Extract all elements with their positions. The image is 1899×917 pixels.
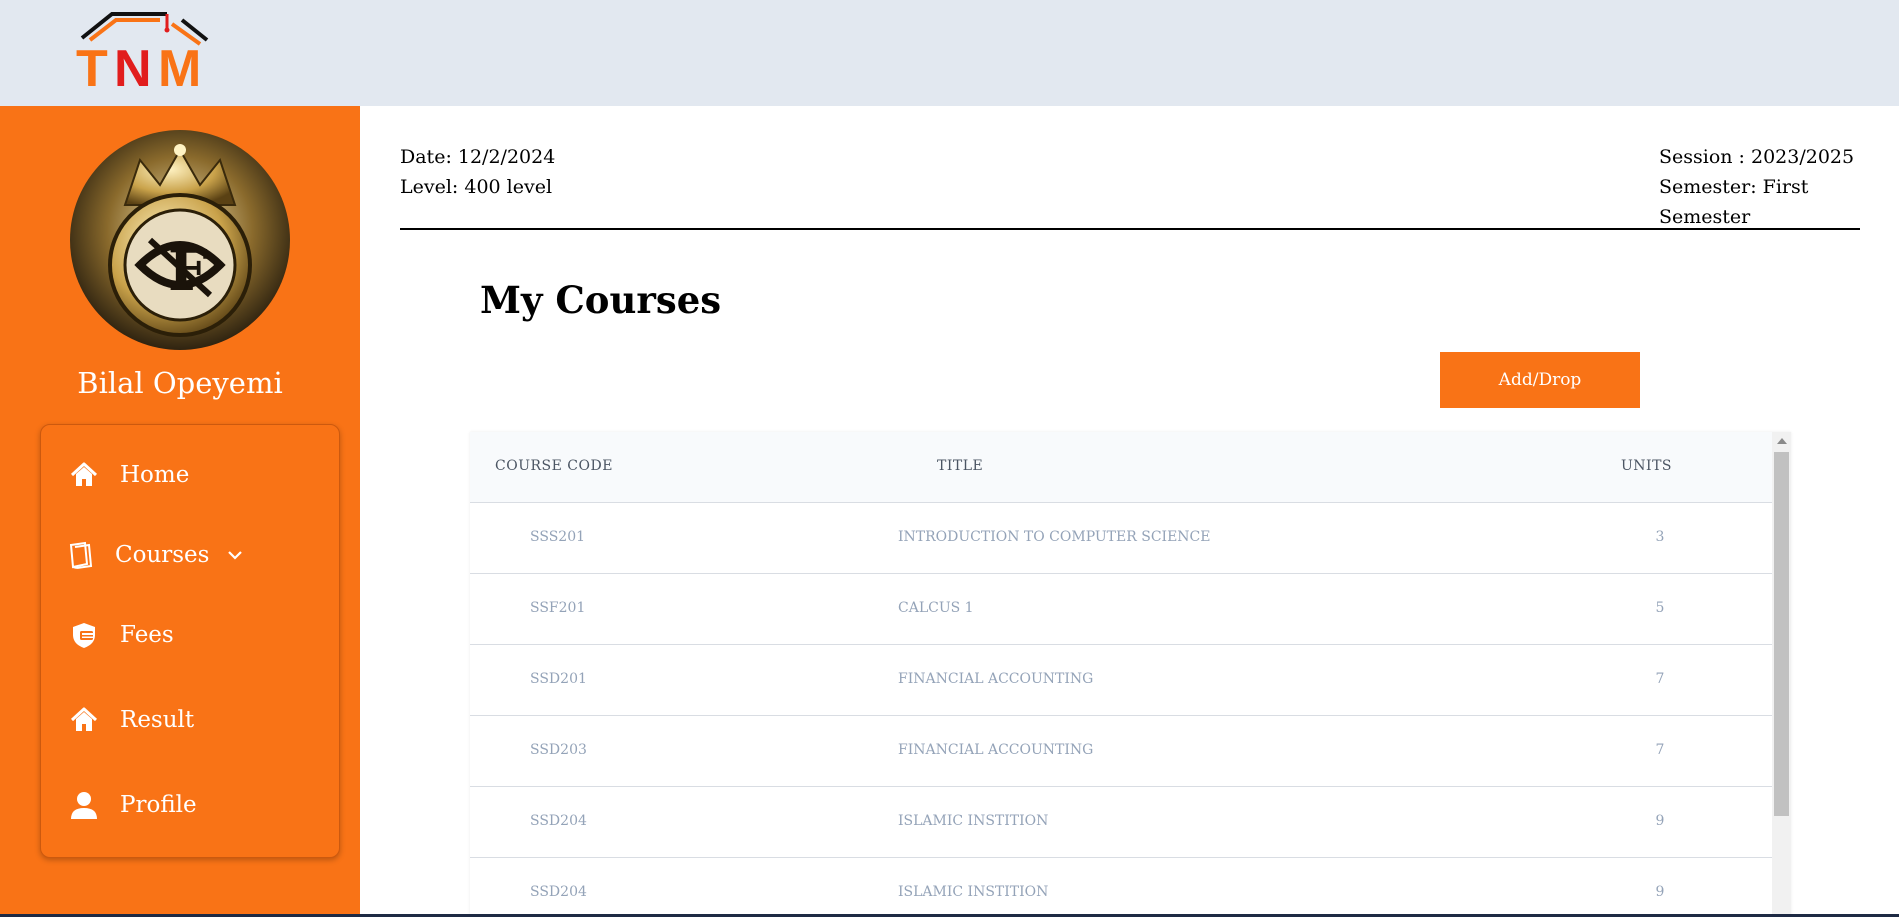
course-title-cell: INTRODUCTION TO COMPUTER SCIENCE — [898, 529, 1211, 545]
column-header-course-code: COURSE CODE — [495, 458, 613, 474]
user-icon — [71, 792, 97, 819]
sidebar-item-label: Profile — [120, 792, 197, 818]
course-code-cell: SSD204 — [530, 884, 587, 900]
sidebar-item-courses[interactable]: Courses — [41, 525, 339, 585]
home-icon — [70, 462, 98, 486]
course-units-cell: 5 — [1655, 600, 1665, 616]
sidebar-item-label: Home — [120, 462, 190, 488]
courses-table: COURSE CODE TITLE UNITS SSS201 INTRODUCT… — [470, 432, 1791, 917]
meta-left: Date: 12/2/2024 Level: 400 level — [400, 142, 555, 202]
course-code-cell: SSD204 — [530, 813, 587, 829]
tnm-logo[interactable]: T N M — [72, 6, 217, 90]
meta-right: Session : 2023/2025 Semester: First Seme… — [1659, 142, 1899, 232]
divider — [400, 228, 1860, 230]
column-header-units: UNITS — [1621, 458, 1673, 474]
fees-icon — [73, 623, 95, 648]
table-row[interactable]: SSD204 ISLAMIC INSTITION 9 — [470, 787, 1772, 858]
avatar[interactable]: F — [70, 130, 290, 350]
table-row[interactable]: SSD203 FINANCIAL ACCOUNTING 7 — [470, 716, 1772, 787]
course-title-cell: CALCUS 1 — [898, 600, 974, 616]
course-units-cell: 3 — [1655, 529, 1665, 545]
course-title-cell: ISLAMIC INSTITION — [898, 813, 1049, 829]
sidebar-item-home[interactable]: Home — [41, 445, 339, 505]
avatar-crest-image: F — [70, 130, 290, 350]
main-content: Date: 12/2/2024 Level: 400 level Session… — [360, 106, 1899, 917]
table-header: COURSE CODE TITLE UNITS — [470, 432, 1772, 503]
column-header-title: TITLE — [937, 458, 984, 474]
course-units-cell: 9 — [1655, 884, 1665, 900]
scroll-up-arrow-icon[interactable] — [1777, 438, 1787, 444]
date-label: Date: 12/2/2024 — [400, 146, 556, 168]
home-icon — [70, 707, 98, 731]
table-scrollbar[interactable] — [1772, 432, 1791, 917]
course-units-cell: 7 — [1655, 671, 1665, 687]
course-units-cell: 7 — [1655, 742, 1665, 758]
top-bar: T N M — [0, 0, 1899, 106]
course-code-cell: SSD203 — [530, 742, 587, 758]
sidebar-item-profile[interactable]: Profile — [41, 775, 339, 835]
scroll-thumb[interactable] — [1774, 452, 1789, 816]
add-drop-button[interactable]: Add/Drop — [1440, 352, 1640, 408]
book-icon — [69, 541, 93, 569]
svg-text:M: M — [158, 40, 201, 90]
table-row[interactable]: SSD201 FINANCIAL ACCOUNTING 7 — [470, 645, 1772, 716]
course-code-cell: SSF201 — [530, 600, 586, 616]
semester-label: Semester: First Semester — [1659, 176, 1809, 228]
svg-text:N: N — [114, 40, 152, 90]
course-code-cell: SSS201 — [530, 529, 586, 545]
sidebar-item-result[interactable]: Result — [41, 690, 339, 750]
sidebar-item-label: Fees — [120, 622, 174, 648]
course-title-cell: FINANCIAL ACCOUNTING — [898, 671, 1094, 687]
course-title-cell: ISLAMIC INSTITION — [898, 884, 1049, 900]
sidebar-item-label: Courses — [115, 542, 210, 568]
course-code-cell: SSD201 — [530, 671, 587, 687]
sidebar-item-label: Result — [120, 707, 195, 733]
table-row[interactable]: SSS201 INTRODUCTION TO COMPUTER SCIENCE … — [470, 503, 1772, 574]
course-title-cell: FINANCIAL ACCOUNTING — [898, 742, 1094, 758]
level-label: Level: 400 level — [400, 176, 553, 198]
chevron-down-icon[interactable] — [225, 545, 245, 565]
course-units-cell: 9 — [1655, 813, 1665, 829]
table-row[interactable]: SSD204 ISLAMIC INSTITION 9 — [470, 858, 1772, 917]
table-row[interactable]: SSF201 CALCUS 1 5 — [470, 574, 1772, 645]
sidebar-item-fees[interactable]: Fees — [41, 605, 339, 665]
sidebar: F Bilal Opeyemi Home Courses — [0, 106, 360, 917]
user-name: Bilal Opeyemi — [77, 366, 283, 400]
svg-text:T: T — [76, 40, 108, 90]
page-title: My Courses — [480, 278, 722, 322]
sidebar-nav: Home Courses Fees Result Profile — [40, 424, 340, 858]
session-label: Session : 2023/2025 — [1659, 146, 1855, 168]
